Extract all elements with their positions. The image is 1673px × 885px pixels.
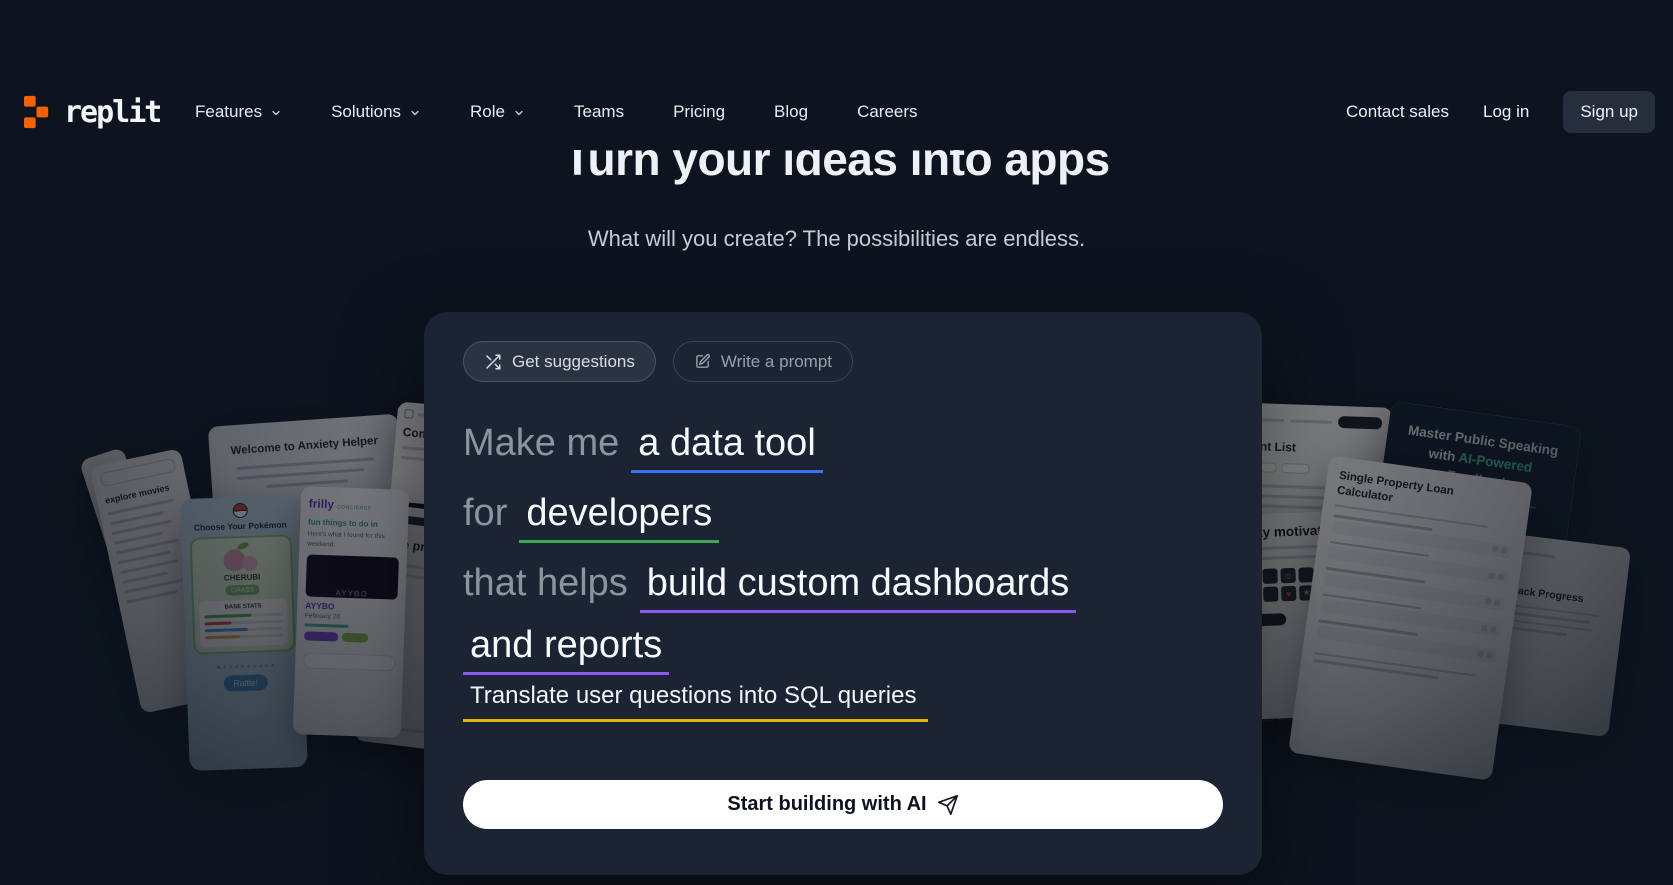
grant-header	[1242, 413, 1382, 430]
headline-clip-region: Turn your ideas into apps	[0, 150, 1673, 194]
prompt-line-1: Make me a data tool	[463, 412, 1232, 482]
edit-icon	[694, 353, 711, 370]
prompt-static-text: that helps	[463, 562, 628, 604]
loan-form-placeholder	[1316, 515, 1513, 663]
pokeball-icon	[232, 503, 248, 519]
frilly-logo: frilly	[309, 496, 335, 511]
frilly-subtext: Here's what I found for this weekend:	[307, 529, 400, 552]
bg-card-pokemon: Choose Your Pokémon CHERUBI GRASS BASE S…	[180, 495, 307, 771]
pokemon-action-button: Rattle!	[223, 674, 268, 692]
frilly-headline: fun things to do in	[308, 517, 400, 529]
frilly-event-thumbnail: AYYBO	[306, 554, 399, 599]
replit-landing-page: explore movies Welcome to Anxiety Helper…	[0, 0, 1673, 885]
prompt-fill-audience[interactable]: developers	[519, 491, 719, 543]
grant-title: grant List	[1241, 439, 1381, 458]
ai-builder-card: Get suggestions Write a prompt Make me a …	[424, 312, 1262, 875]
replit-wordmark: replit	[64, 95, 160, 130]
frilly-tagline: CONCIERGE	[337, 504, 372, 511]
top-navigation: replit Features Solutions Role Teams Pri…	[0, 88, 1673, 136]
prompt-line-3: that helps build custom dashboards	[463, 552, 1232, 622]
frilly-artist: AYYBO	[305, 600, 397, 613]
nav-actions: Contact sales Log in Sign up	[1346, 88, 1655, 136]
prompt-fill-app-type[interactable]: a data tool	[631, 421, 822, 473]
prompt-line-4: and reports	[463, 622, 1232, 684]
nav-item-careers[interactable]: Careers	[857, 102, 917, 122]
nav-item-solutions[interactable]: Solutions	[331, 102, 421, 122]
prompt-fill-capability[interactable]: build custom dashboards	[640, 561, 1076, 613]
contact-sales-link[interactable]: Contact sales	[1346, 102, 1449, 122]
track-body-placeholder	[1503, 603, 1611, 641]
pokemon-stats-box: BASE STATS	[199, 598, 289, 647]
replit-logo-mark	[22, 95, 52, 129]
pokemon-type-badge: GRASS	[225, 584, 259, 595]
anxiety-title: Welcome to Anxiety Helper	[223, 435, 385, 458]
builder-mode-tabs: Get suggestions Write a prompt	[463, 341, 853, 382]
carousel-dots	[192, 663, 298, 670]
prompt-suggestion-line: Translate user questions into SQL querie…	[463, 680, 928, 722]
pokemon-name: CHERUBI	[198, 572, 286, 584]
pokemon-header: Choose Your Pokémon	[187, 519, 293, 533]
chevron-down-icon	[513, 107, 525, 119]
nav-item-pricing[interactable]: Pricing	[673, 102, 725, 122]
nav-item-role[interactable]: Role	[470, 102, 525, 122]
start-building-button[interactable]: Start building with AI	[463, 780, 1223, 829]
page-headline: Turn your ideas into apps	[0, 150, 1673, 186]
frilly-chat-input	[303, 652, 396, 671]
nav-item-blog[interactable]: Blog	[774, 102, 808, 122]
tab-write-a-prompt[interactable]: Write a prompt	[673, 341, 853, 382]
prompt-static-text: for	[463, 492, 507, 534]
nav-item-features[interactable]: Features	[195, 102, 282, 122]
tab-get-suggestions[interactable]: Get suggestions	[463, 341, 656, 382]
cherubi-illustration	[223, 544, 260, 571]
grant-apply-button	[1338, 416, 1382, 430]
prompt-line-2: for developers	[463, 482, 1232, 552]
nav-links: Features Solutions Role Teams Pricing Bl…	[195, 88, 918, 136]
chevron-down-icon	[409, 107, 421, 119]
pokemon-creature-card: CHERUBI GRASS BASE STATS	[190, 534, 296, 654]
prompt-fill-capability-cont[interactable]: and reports	[463, 623, 669, 675]
frilly-action-pills	[304, 631, 396, 643]
frilly-link-placeholder	[304, 623, 348, 628]
frilly-logo-row: frillyCONCIERGE	[308, 494, 401, 515]
prompt-static-text: Make me	[463, 422, 619, 464]
replit-logo[interactable]: replit	[22, 88, 160, 136]
log-in-link[interactable]: Log in	[1483, 102, 1529, 122]
shuffle-icon	[484, 353, 502, 371]
prompt-fill-suggestion[interactable]: Translate user questions into SQL querie…	[463, 680, 928, 722]
nav-item-teams[interactable]: Teams	[574, 102, 624, 122]
frilly-date: February 28	[305, 612, 397, 622]
bg-card-loan-calculator: Single Property LoanCalculator	[1288, 455, 1533, 781]
page-subtitle: What will you create? The possibilities …	[0, 226, 1673, 252]
prompt-preview: Make me a data tool for developers that he…	[463, 412, 1232, 684]
send-icon	[937, 794, 959, 816]
sign-up-button[interactable]: Sign up	[1563, 91, 1655, 133]
anxiety-body-placeholder	[237, 457, 376, 490]
chevron-down-icon	[270, 107, 282, 119]
bg-card-frilly: frillyCONCIERGE fun things to do in Here…	[293, 486, 410, 738]
